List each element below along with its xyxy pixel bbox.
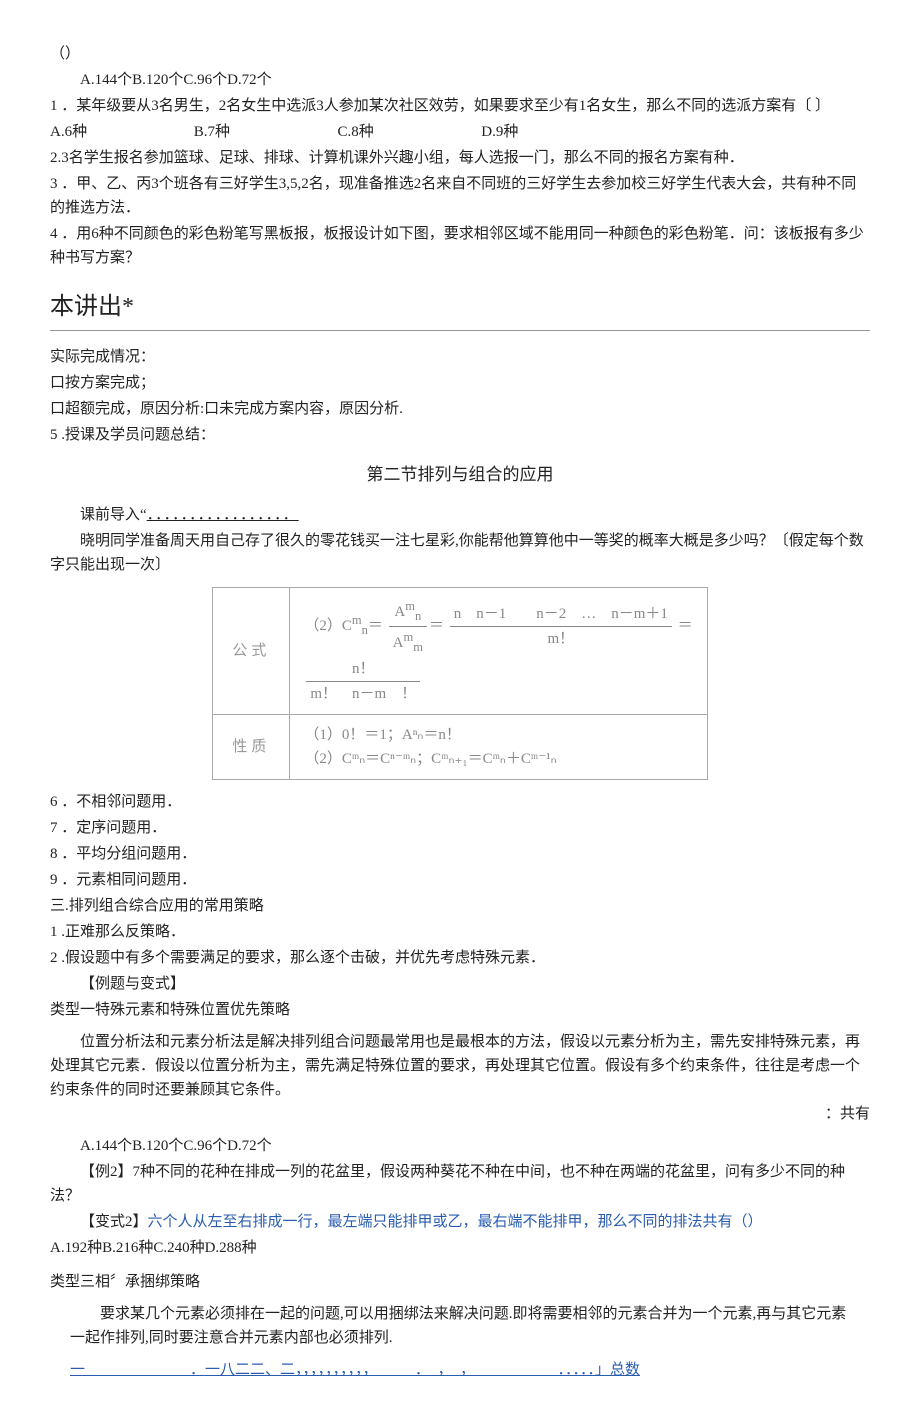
formula-num-long: n n－1 n－2 … n－m＋1 (450, 602, 672, 627)
type-1-title: 类型一特殊元素和特殊位置优先策略 (50, 998, 870, 1022)
paren-marker: （） (50, 42, 870, 66)
formula-num2: n！ (306, 657, 420, 682)
example-label: 【例题与变式】 (50, 972, 870, 996)
type-3-title: 类型三相〞承捆绑策略 (50, 1270, 870, 1294)
completion-l1: 实际完成情况： (50, 345, 870, 369)
section-title-1: 本讲出* (50, 288, 870, 326)
section-title-2: 第二节排列与组合的应用 (50, 461, 870, 488)
bottom-link-line: 一 ．一八二二、二，，，，，，，，，， ． ， ， ．．．．．」总数 (50, 1358, 870, 1382)
example-2: 【例2】7种不同的花种在排成一列的花盆里，假设两种葵花不种在中间，也不种在两端的… (50, 1160, 870, 1208)
table-label-property: 性质 (213, 714, 290, 779)
property-line-1: （1）0！＝1；Aⁿₙ＝n！ (304, 723, 692, 747)
item-9: 9 ．元素相同问题用． (50, 868, 870, 892)
analysis-options: A.144个B.120个C.96个D.72个 (50, 1134, 870, 1158)
opt-d: D.9种 (481, 120, 621, 144)
formula-eq: ＝ (678, 618, 693, 634)
formula-table: 公式 （2）Cmn＝ AmnAmm＝ n n－1 n－2 … n－m＋1m！ ＝… (212, 587, 707, 780)
section-three: 三.排列组合综合应用的常用策略 (50, 894, 870, 918)
item-6: 6 ．不相邻问题用． (50, 790, 870, 814)
property-line-2: （2）Cᵐₙ＝Cⁿ⁻ᵐₙ；Cᵐₙ₊₁＝Cᵐₙ＋Cᵐ⁻¹ₙ (304, 747, 692, 771)
question-1-options: A.6种 B.7种 C.8种 D.9种 (50, 120, 870, 144)
question-2: 2.3名学生报名参加篮球、足球、排球、计算机课外兴趣小组，每人选报一门，那么不同… (50, 146, 870, 170)
opt-b: B.7种 (194, 120, 334, 144)
bottom-link-text: 一 ．一八二二、二，，，，，，，，，， ． ， ， ．．．．．」总数 (70, 1362, 640, 1378)
completion-l2: 口按方案完成； (50, 371, 870, 395)
analysis-tail: ：共有 (825, 1102, 870, 1126)
analysis-p1: 位置分析法和元素分析法是解决排列组合问题最常用也是最根本的方法，假设以元素分析为… (50, 1030, 870, 1102)
lead-label: 课前导入“ (80, 507, 147, 523)
variant-2-label: 【变式2】 (80, 1214, 148, 1230)
question-4: 4 ．用6种不同颜色的彩色粉笔写黑板报，板报设计如下图，要求相邻区域不能用同一种… (50, 222, 870, 270)
formula-den2: m！ n－m ！ (306, 682, 420, 706)
question-1: 1 ．某年级要从3名男生，2名女生中选派3人参加某次社区效劳，如果要求至少有1名… (50, 94, 870, 118)
completion-l4: 5 .授课及学员问题总结： (50, 423, 870, 447)
question-3: 3 ．甲、乙、丙3个班各有三好学生3,5,2名，现准备推选2名来自不同班的三好学… (50, 172, 870, 220)
formula-den-long: m！ (450, 627, 672, 651)
analysis-block: 位置分析法和元素分析法是解决排列组合问题最常用也是最根本的方法，假设以元素分析为… (50, 1030, 870, 1126)
table-label-formula: 公式 (213, 587, 290, 714)
opt-a: A.6种 (50, 120, 190, 144)
lead-label-line: 课前导入“．．．．．．．．．．．．．．．．． (50, 503, 870, 527)
strategy-2: 2 .假设题中有多个需要满足的要求，那么逐个击破，并优先考虑特殊元素． (50, 946, 870, 970)
top-options: A.144个B.120个C.96个D.72个 (50, 68, 870, 92)
formula-prefix: （2）C (304, 618, 352, 634)
table-property-cell: （1）0！＝1；Aⁿₙ＝n！ （2）Cᵐₙ＝Cⁿ⁻ᵐₙ；Cᵐₙ₊₁＝Cᵐₙ＋Cᵐ… (290, 714, 707, 779)
variant-2-body: 六个人从左至右排成一行，最左端只能排甲或乙，最右端不能排甲，那么不同的排法共有（… (148, 1214, 763, 1230)
strategy-1: 1 .正难那么反策略． (50, 920, 870, 944)
item-7: 7 ．定序问题用． (50, 816, 870, 840)
variant-2-line: 【变式2】六个人从左至右排成一行，最左端只能排甲或乙，最右端不能排甲，那么不同的… (50, 1210, 870, 1234)
opt-c: C.8种 (338, 120, 478, 144)
item-8: 8 ．平均分组问题用． (50, 842, 870, 866)
lead-paragraph: 晓明同学准备周天用自己存了很久的零花钱买一注七星彩,你能帮他算算他中一等奖的概率… (50, 529, 870, 577)
table-formula-cell: （2）Cmn＝ AmnAmm＝ n n－1 n－2 … n－m＋1m！ ＝ n！… (290, 587, 707, 714)
completion-l3: 口超额完成，原因分析:口未完成方案内容，原因分析. (50, 397, 870, 421)
divider-1 (50, 330, 870, 331)
lead-dots: ．．．．．．．．．．．．．．．．． (147, 507, 299, 523)
type-3-paragraph: 要求某几个元素必须排在一起的问题,可以用捆绑法来解决问题.即将需要相邻的元素合并… (50, 1302, 870, 1350)
variant-2-options: A.192种B.216种C.240种D.288种 (50, 1236, 870, 1260)
